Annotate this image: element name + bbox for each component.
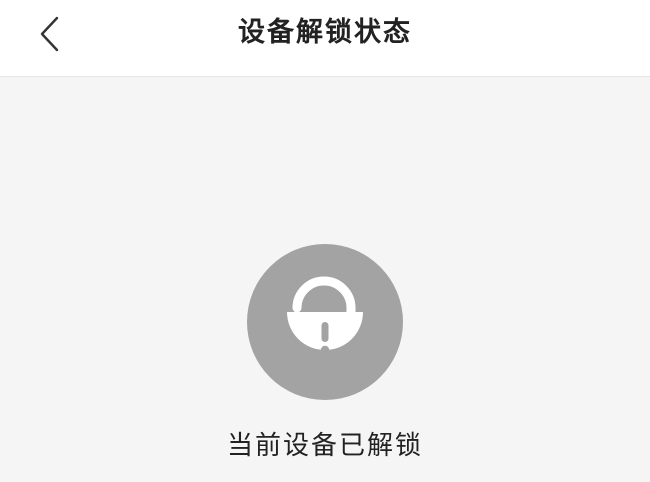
unlock-status-panel: 当前设备已解锁 (0, 77, 650, 482)
nav-bar: 设备解锁状态 (0, 0, 650, 77)
unlocked-padlock-alert-icon (247, 244, 403, 400)
unlock-status-message: 当前设备已解锁 (226, 431, 423, 461)
page-title: 设备解锁状态 (238, 17, 412, 48)
